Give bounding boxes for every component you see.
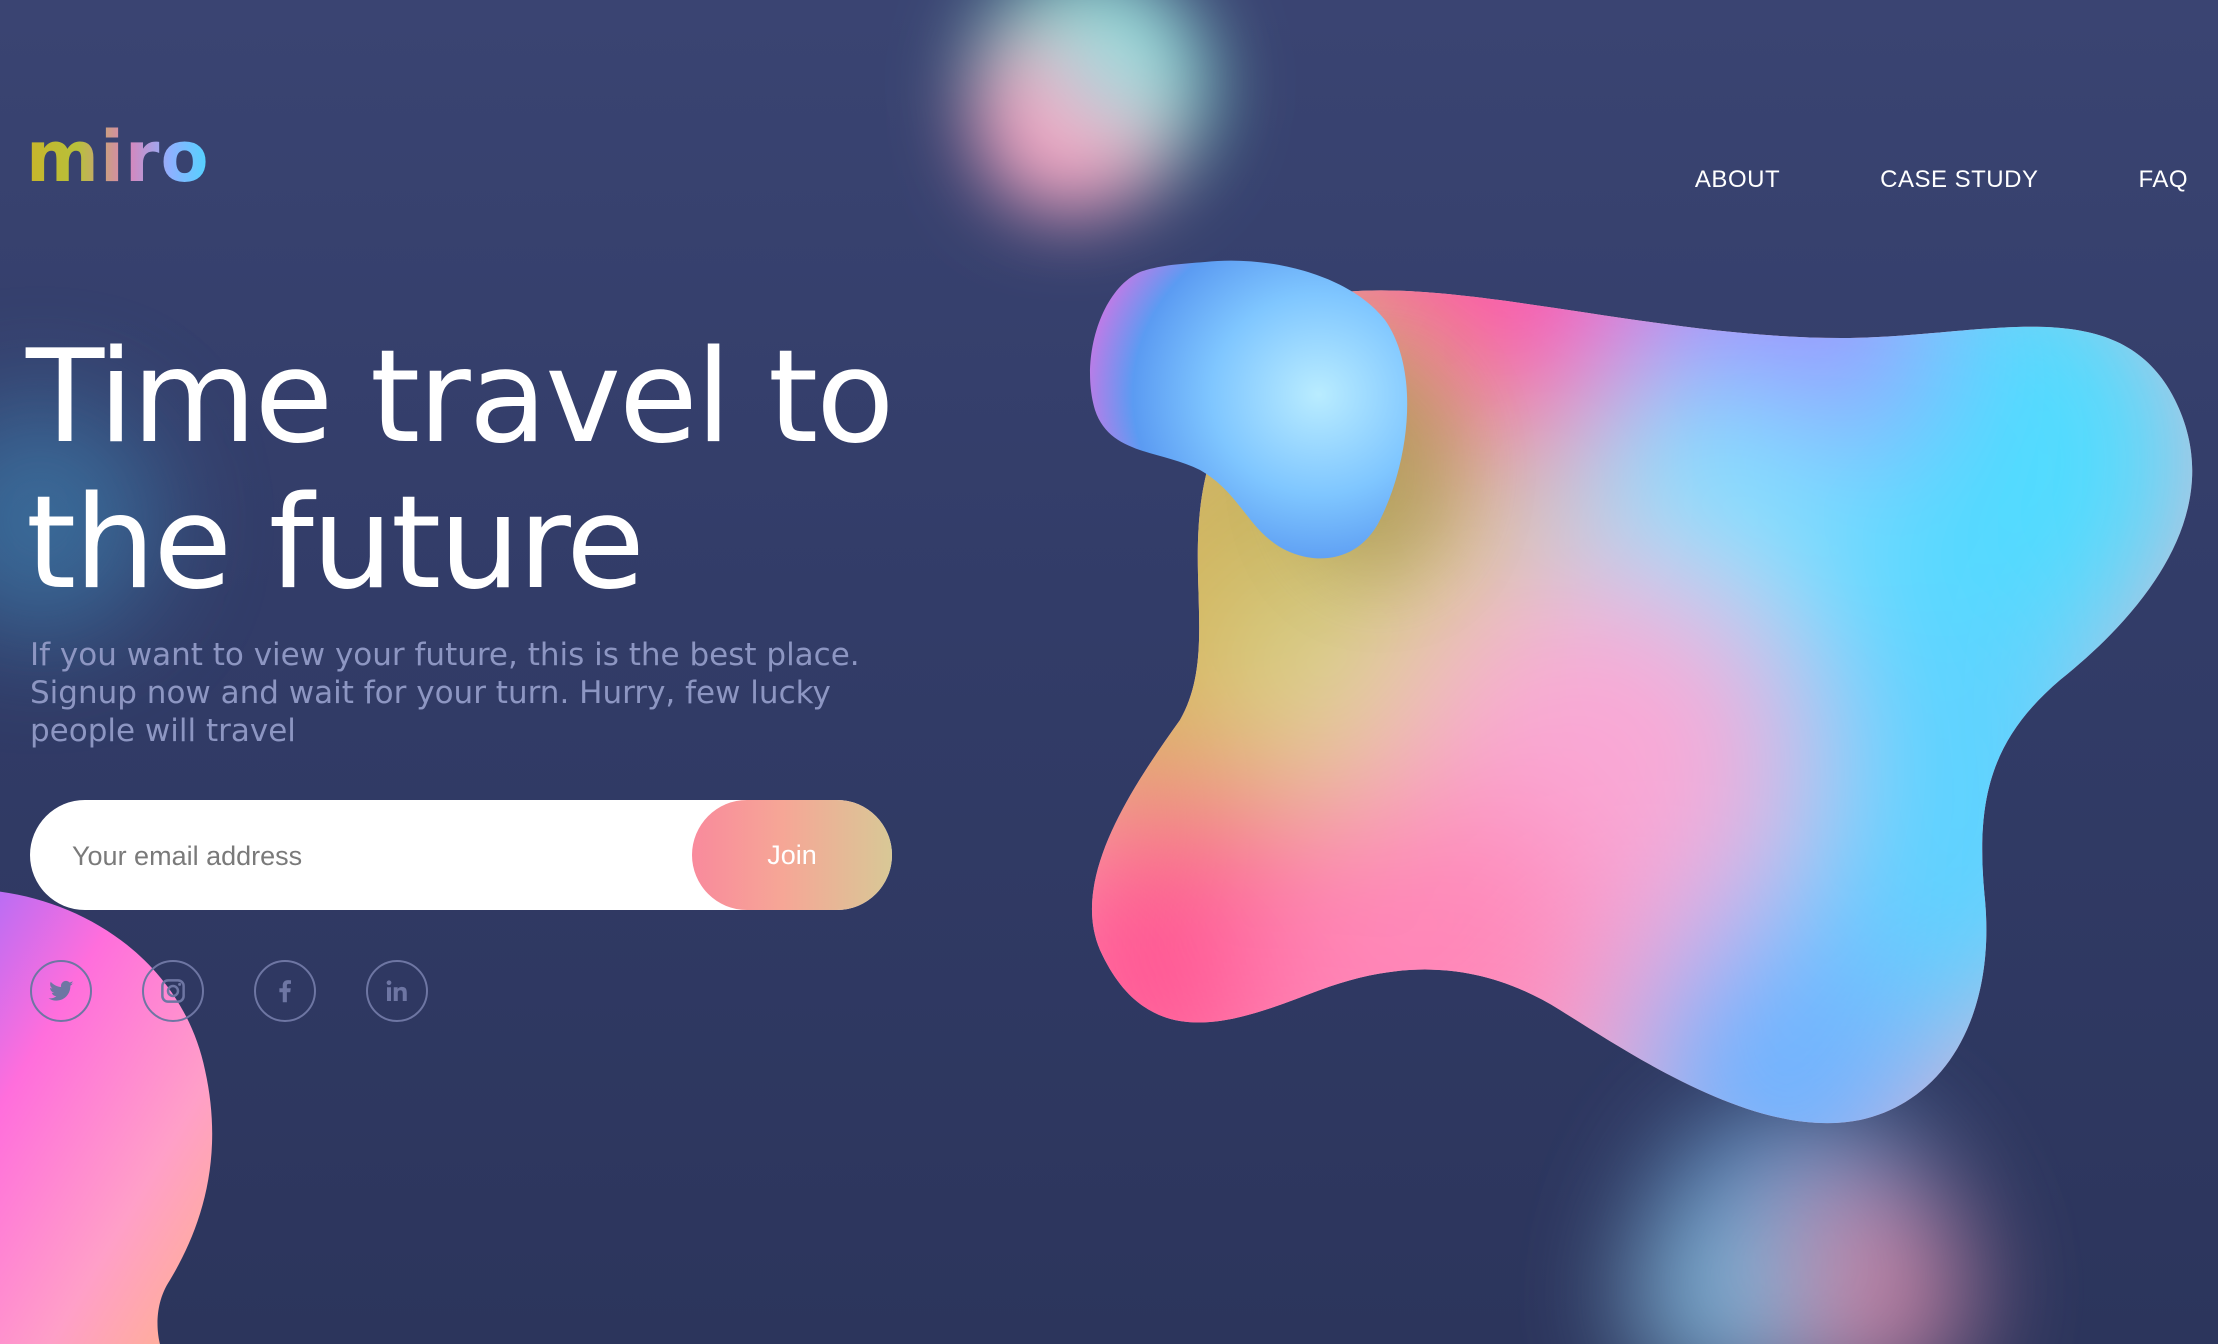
hero-subtitle-line-3: people will travel bbox=[30, 713, 296, 749]
social-links bbox=[30, 960, 428, 1022]
hero-subtitle-line-1: If you want to view your future, this is… bbox=[30, 637, 860, 673]
nav-about[interactable]: ABOUT bbox=[1695, 166, 1780, 194]
linkedin-icon bbox=[386, 980, 407, 1001]
facebook-link[interactable] bbox=[254, 960, 316, 1022]
email-input[interactable] bbox=[70, 830, 674, 882]
linkedin-link[interactable] bbox=[366, 960, 428, 1022]
hero-title-line-2: the future bbox=[26, 469, 645, 618]
hero-subtitle-line-2: Signup now and wait for your turn. Hurry… bbox=[30, 675, 831, 711]
hero-title: Time travel to the future bbox=[26, 325, 926, 617]
main-nav: ABOUT CASE STUDY FAQ bbox=[1695, 166, 2188, 194]
instagram-icon bbox=[161, 979, 185, 1003]
twitter-icon bbox=[48, 980, 74, 1001]
hero-subtitle: If you want to view your future, this is… bbox=[30, 636, 890, 750]
facebook-icon bbox=[279, 980, 291, 1003]
instagram-link[interactable] bbox=[142, 960, 204, 1022]
join-button[interactable]: Join bbox=[692, 800, 892, 910]
twitter-link[interactable] bbox=[30, 960, 92, 1022]
hero-section: Time travel to the future bbox=[26, 325, 926, 617]
nav-case-study[interactable]: CASE STUDY bbox=[1880, 166, 2038, 194]
nav-faq[interactable]: FAQ bbox=[2138, 166, 2188, 194]
brand-logo[interactable]: miro bbox=[26, 122, 210, 192]
signup-form: Join bbox=[30, 800, 892, 910]
hero-title-line-1: Time travel to bbox=[26, 323, 894, 472]
